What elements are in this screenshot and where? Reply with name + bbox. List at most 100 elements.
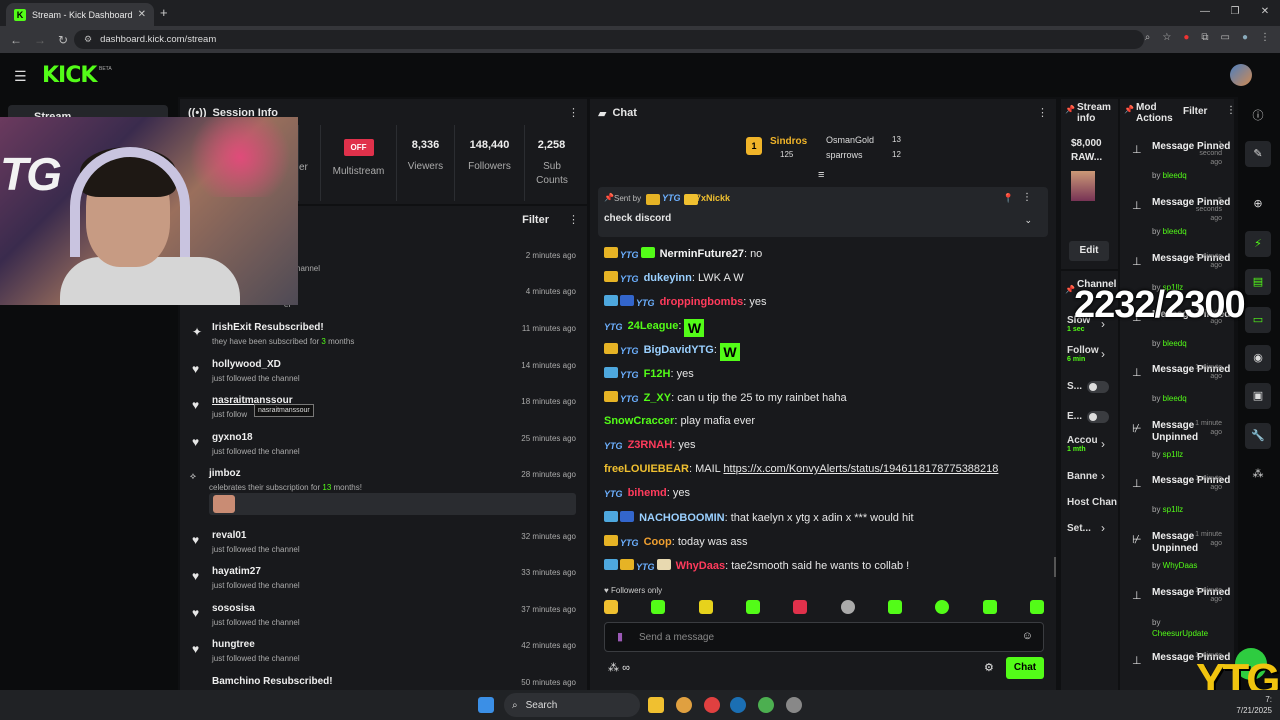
mod-action-item[interactable]: ⊬ Message Unpinned 1 minute ago by sp1llz <box>1120 418 1234 474</box>
terminal-icon[interactable]: ▣ <box>1245 383 1271 409</box>
taskbar-search[interactable]: ⌕ Search <box>504 693 640 717</box>
sidepanel-icon[interactable]: ▭ <box>1221 32 1230 43</box>
emote-green-2[interactable] <box>887 600 902 614</box>
bookmark-star-icon[interactable]: ☆ <box>1162 32 1171 43</box>
activity-item[interactable]: ♥ gyxno18 just followed the channel 25 m… <box>180 427 587 463</box>
mic-icon[interactable]: ▮ <box>617 630 623 643</box>
close-window-icon[interactable]: ✕ <box>1250 0 1280 24</box>
taskbar-clock[interactable]: 7: 7/21/2025 <box>1236 694 1272 716</box>
user-avatar[interactable] <box>1230 64 1252 86</box>
emote-green-1[interactable] <box>745 600 760 614</box>
emote-green-5[interactable] <box>1029 600 1044 614</box>
chat-settings-icon[interactable]: ⚙ <box>984 661 994 674</box>
chat-input[interactable]: ▮ Send a message ☺ <box>604 622 1044 652</box>
chevron-right-icon[interactable]: › <box>1101 347 1105 361</box>
mod-menu-icon[interactable]: ⋮ <box>1226 105 1236 116</box>
setting-s-toggle[interactable] <box>1087 381 1109 393</box>
maximize-icon[interactable]: ❐ <box>1220 0 1250 24</box>
chat-message[interactable]: YTG NerminFuture27: no <box>604 247 762 261</box>
target-icon[interactable]: ⊕ <box>1245 191 1271 217</box>
chat-message[interactable]: freeLOUIEBEAR: MAIL https://x.com/KonvyA… <box>604 463 998 475</box>
mod-action-item[interactable]: ⊬ Message Unpinned 1 minute ago by WhyDaas <box>1120 529 1234 585</box>
setting-banned-words[interactable]: Banne <box>1067 471 1098 482</box>
activity-item[interactable]: ♥ hayatim27 just followed the channel 33… <box>180 561 587 597</box>
file-explorer-icon[interactable] <box>648 697 664 713</box>
activity-menu-icon[interactable]: ⋮ <box>568 213 579 226</box>
emoji-icon[interactable]: ☺ <box>1022 630 1033 642</box>
mod-action-item[interactable]: ⊥ Message Pinned 1 second ago by bleedq <box>1120 139 1234 195</box>
message-icon[interactable]: ▭ <box>1245 307 1271 333</box>
chat-message[interactable]: YTG WhyDaas: tae2smooth said he wants to… <box>604 559 909 573</box>
chrome-2-icon[interactable] <box>758 697 774 713</box>
chat-username[interactable]: Z3RNAH <box>628 439 673 451</box>
emote-bang[interactable] <box>604 600 618 614</box>
top-gifter-third[interactable]: sparrows <box>826 150 863 160</box>
emote-w[interactable] <box>698 600 713 614</box>
chevron-right-icon[interactable]: › <box>1101 469 1105 483</box>
activity-item[interactable]: ✦ IrishExit Resubscribed! they have been… <box>180 317 587 353</box>
top-gifter-second[interactable]: OsmanGold <box>826 135 874 145</box>
chat-username[interactable]: SnowCraccer <box>604 415 674 427</box>
close-tab-icon[interactable]: ✕ <box>138 9 146 20</box>
broadcast-icon[interactable]: ◉ <box>1245 345 1271 371</box>
chat-scrollbar[interactable] <box>1054 557 1056 577</box>
chat-link[interactable]: https://x.com/KonvyAlerts/status/1946118… <box>723 463 998 475</box>
mod-action-item[interactable]: ⊥ Message Pinned 1 minute ago by bleedq <box>1120 362 1234 418</box>
chat-username[interactable]: F12H <box>644 368 671 380</box>
unpin-icon[interactable]: 📍 <box>1003 193 1014 204</box>
pinned-user[interactable]: 7xNickk <box>696 193 730 203</box>
chat-username[interactable]: dukeyinn <box>644 272 692 284</box>
expand-pinned-icon[interactable]: ⌄ <box>1024 215 1032 226</box>
chat-message[interactable]: NACHOBOOMIN: that kaelyn x ytg x adin x … <box>604 511 914 524</box>
setting-e-toggle[interactable] <box>1087 411 1109 423</box>
activity-item[interactable]: ⟡ jimboz celebrates their subscription f… <box>180 463 587 519</box>
chat-username[interactable]: NACHOBOOMIN <box>639 512 725 524</box>
hamburger-menu-icon[interactable]: ☰ <box>14 68 27 85</box>
chat-username[interactable]: Coop <box>644 536 672 548</box>
setting-account-age[interactable]: Accou 1 mth <box>1067 435 1098 453</box>
minimize-icon[interactable]: — <box>1190 0 1220 24</box>
chat-message[interactable]: YTG droppingbombs: yes <box>604 295 767 309</box>
chrome-icon[interactable] <box>676 697 692 713</box>
chevron-right-icon[interactable]: › <box>1101 437 1105 451</box>
apps-icon[interactable]: ⁂ <box>1245 461 1271 487</box>
emote-green-3[interactable] <box>935 600 950 614</box>
chat-username[interactable]: bihemd <box>628 487 667 499</box>
info-icon[interactable]: ⓘ <box>1245 103 1271 129</box>
mod-action-item[interactable]: ⊥ Message Pinned 1 minute ago by CheesurUpda… <box>1120 585 1234 641</box>
browser-tab[interactable]: K Stream - Kick Dashboard ✕ <box>6 3 154 26</box>
activity-item[interactable]: ♥ reval01 just followed the channel 32 m… <box>180 525 587 561</box>
profile-icon[interactable]: ● <box>1242 32 1248 43</box>
chat-username[interactable]: NerminFuture27 <box>660 248 744 260</box>
document-icon[interactable]: ▤ <box>1245 269 1271 295</box>
chat-menu-icon[interactable]: ⋮ <box>1037 106 1048 119</box>
pinned-message[interactable]: 📌 Sent by YTG 7xNickk check discord 📍 ⋮ … <box>598 187 1048 237</box>
mod-action-item[interactable]: ⊥ Message Pinned 1 minute ago by sp1llz <box>1120 473 1234 529</box>
chevron-right-icon[interactable]: › <box>1101 521 1105 535</box>
pinned-menu-icon[interactable]: ⋮ <box>1022 192 1032 203</box>
send-chat-button[interactable]: Chat <box>1006 657 1044 679</box>
site-info-icon[interactable]: ⚙ <box>84 34 92 45</box>
windows-start-icon[interactable] <box>478 697 494 713</box>
chat-username[interactable]: WhyDaas <box>676 560 726 572</box>
activity-item[interactable]: Bamchino Resubscribed! 50 minutes ago <box>180 671 587 690</box>
app-red-icon[interactable] <box>704 697 720 713</box>
chat-message[interactable]: YTG bihemd: yes <box>604 487 690 500</box>
edit-pencil-icon[interactable]: ✎ <box>1245 141 1271 167</box>
browser-menu-icon[interactable]: ⋮ <box>1260 32 1270 43</box>
chat-extras-icon[interactable]: ⁂ ∞ <box>608 661 630 674</box>
chat-message[interactable]: YTG Z_XY: can u tip the 25 to my rainbet… <box>604 391 847 405</box>
emote-face[interactable] <box>840 600 855 614</box>
chat-username[interactable]: freeLOUIEBEAR <box>604 463 689 475</box>
setting-host-channel[interactable]: Host Chan <box>1067 497 1119 508</box>
mod-action-item[interactable]: ⊥ Message Pinned 5 seconds ago by bleedq <box>1120 195 1234 251</box>
chat-username[interactable]: Z_XY <box>644 392 672 404</box>
emote-green-4[interactable] <box>982 600 997 614</box>
extension-red-icon[interactable]: ● <box>1183 32 1189 43</box>
url-field[interactable]: ⚙ dashboard.kick.com/stream <box>74 30 1144 49</box>
zoom-icon[interactable]: ⌕ <box>1145 32 1151 43</box>
chat-message[interactable]: YTG F12H: yes <box>604 367 694 381</box>
chat-message[interactable]: YTG dukeyinn: LWK A W <box>604 271 744 285</box>
emote-kick[interactable] <box>651 600 666 614</box>
session-menu-icon[interactable]: ⋮ <box>568 106 579 119</box>
